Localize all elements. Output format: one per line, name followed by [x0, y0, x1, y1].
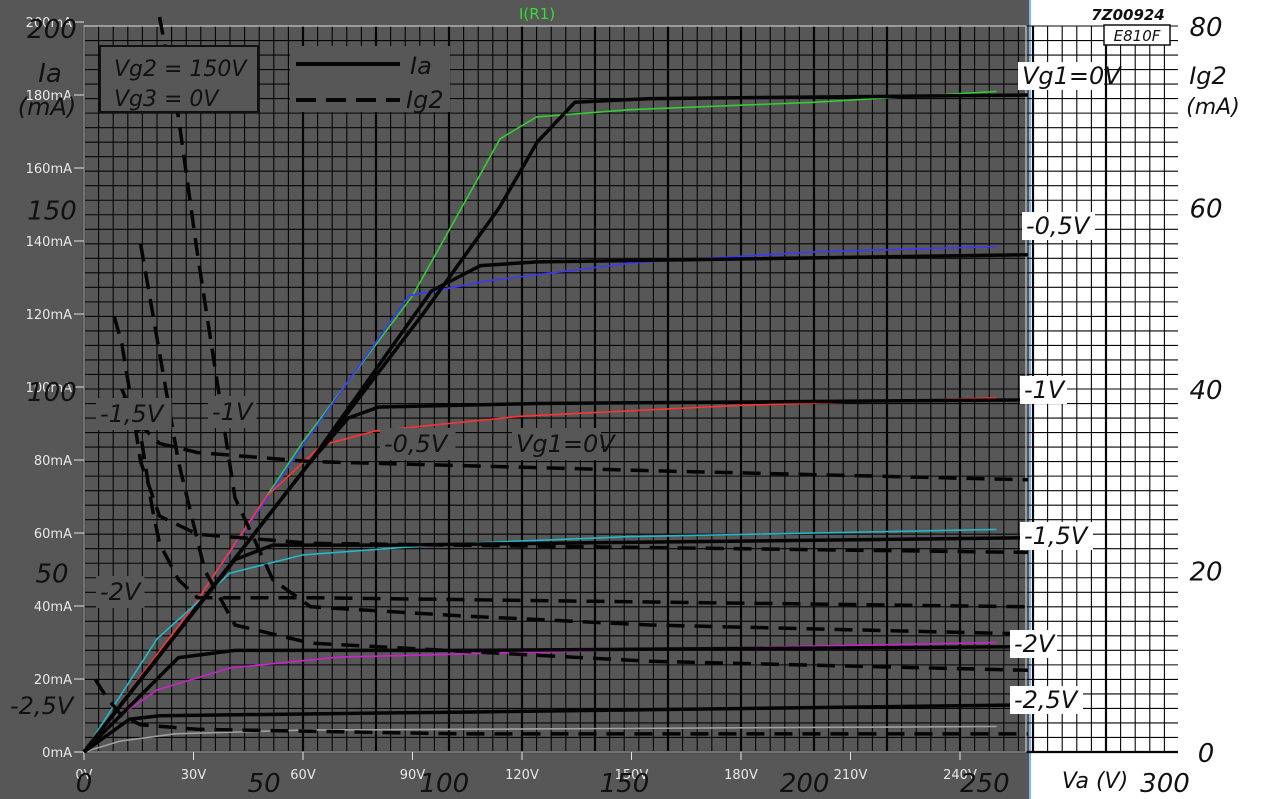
ig2-tick-label: 20: [1189, 558, 1222, 588]
x-tick-label: 120V: [505, 768, 539, 783]
x-tick-label: 180V: [724, 768, 758, 783]
legend-label-ia: Ia: [410, 52, 432, 80]
sheet-x-tick: 250: [960, 769, 1010, 799]
y-tick-label: 80mA: [34, 454, 72, 469]
ia-curve-label: -2V: [1014, 630, 1056, 658]
sheet-x-tick: 200: [780, 769, 830, 799]
ig2-curve-label: -2,5V: [10, 692, 75, 720]
ia-curve-label: -2,5V: [1014, 686, 1079, 714]
sheet-ia-tick: 100: [27, 378, 77, 408]
y-tick-label: 60mA: [34, 527, 72, 542]
sheet-x-tick: 100: [420, 769, 470, 799]
x-tick-label: 210V: [834, 768, 868, 783]
ia-curve-label: Vg1=0V: [1022, 62, 1122, 90]
sheet-id: 7Z00924: [1091, 6, 1165, 24]
ia-curve-label: -1,5V: [1024, 522, 1089, 550]
sheet-ia-tick: 150: [27, 197, 77, 227]
legend-label-ig2: Ig2: [406, 86, 444, 114]
sheet-x-tick: 50: [248, 769, 281, 799]
y-tick-label: 20mA: [34, 673, 72, 688]
ig2-curve-label: Vg1=0V: [516, 430, 616, 458]
ia-axis-label: Ia: [38, 59, 62, 89]
ig2-axis-label: Ig2: [1189, 62, 1227, 90]
ig2-axis-unit: (mA): [1186, 95, 1240, 120]
x-tick-label: 30V: [181, 768, 207, 783]
x-tick-label: 60V: [290, 768, 316, 783]
tube-type: E810F: [1114, 27, 1161, 45]
ig2-curve-label: -0,5V: [384, 430, 449, 458]
sheet-x-label: Va (V): [1062, 769, 1128, 794]
ia-curve-label: -0,5V: [1026, 212, 1091, 240]
sheet-ia-tick: 200: [27, 15, 77, 45]
y-tick-label: 140mA: [26, 235, 72, 250]
y-tick-label: 0mA: [42, 746, 72, 761]
sheet-x-tick: 300: [1140, 769, 1190, 799]
ig2-curve-label: -2V: [100, 578, 142, 606]
ig2-tick-label: 60: [1189, 195, 1222, 225]
ig2-curve-label: -1V: [212, 398, 254, 426]
y-tick-label: 40mA: [34, 600, 72, 615]
ia-axis-unit: (mA): [18, 93, 77, 121]
sheet-x-tick: 150: [600, 769, 650, 799]
ig2-tick-label: 0: [1198, 739, 1215, 769]
ig2-tick-label: 40: [1189, 376, 1222, 406]
y-tick-label: 120mA: [26, 308, 72, 323]
ig2-curve-label: -1,5V: [100, 400, 165, 428]
sheet-ia-tick: 50: [35, 560, 68, 590]
sheet-x-tick: 0: [76, 769, 93, 799]
condition-text: Vg2 = 150V: [114, 57, 248, 82]
chart-title: I(R1): [519, 5, 555, 23]
chart-svg: I(R1)0mA20mA40mA60mA80mA100mA120mA140mA1…: [0, 0, 1262, 799]
condition-text: Vg3 = 0V: [114, 87, 220, 112]
ia-curve-label: -1V: [1024, 376, 1066, 404]
ig2-tick-label: 80: [1189, 13, 1222, 43]
y-tick-label: 160mA: [26, 162, 72, 177]
